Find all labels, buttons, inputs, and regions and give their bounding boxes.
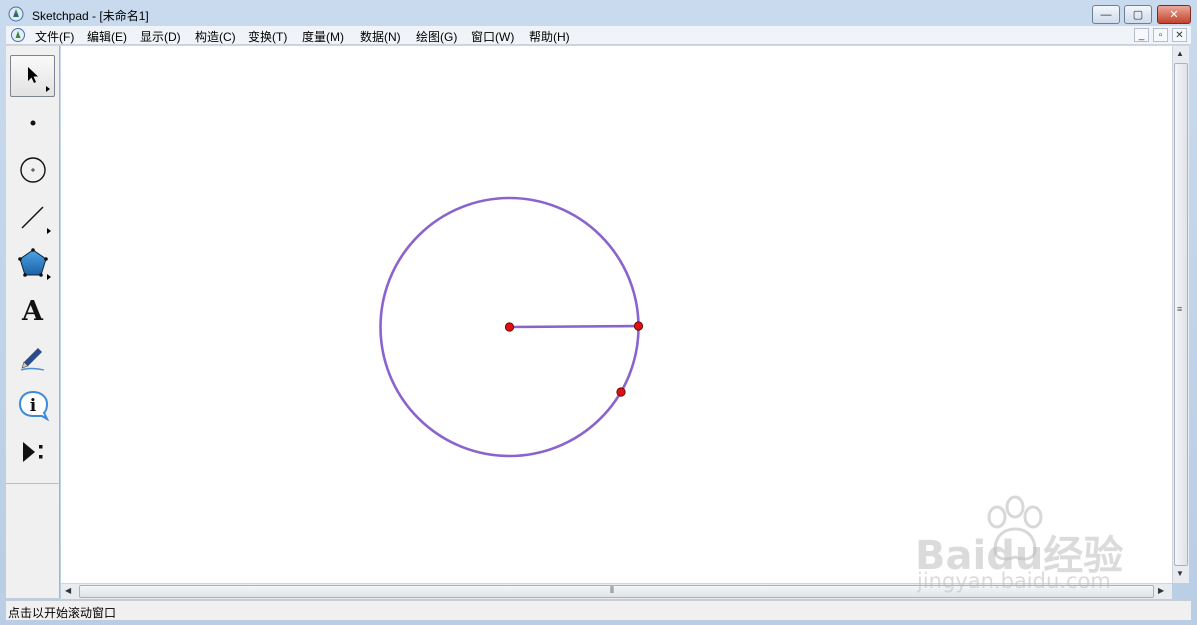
window-title: Sketchpad - [未命名1] (32, 9, 149, 23)
vertical-scrollbar[interactable]: ▲ ≡ ▼ (1172, 46, 1189, 583)
close-button[interactable]: ✕ (1157, 5, 1191, 24)
menu-graph[interactable]: 绘图(G) (416, 28, 457, 45)
compass-tool[interactable] (10, 149, 55, 191)
menu-bar: 文件(F) 编辑(E) 显示(D) 构造(C) 变换(T) 度量(M) 数据(N… (6, 26, 1191, 45)
point-on-circle[interactable] (616, 387, 626, 397)
menu-file[interactable]: 文件(F) (35, 28, 74, 45)
pen-icon (20, 348, 44, 371)
text-A-icon: A (22, 295, 43, 327)
doc-restore-button[interactable]: ▫ (1153, 28, 1168, 42)
title-bar: Sketchpad - [未命名1] — ▢ ✕ (0, 0, 1197, 27)
pointer-arrow-icon (27, 67, 38, 83)
information-tool[interactable]: i (10, 384, 55, 426)
toolbox: A i (6, 46, 60, 598)
info-icon-label: i (29, 396, 36, 416)
menu-measure[interactable]: 度量(M) (302, 28, 344, 45)
scroll-left-arrow-icon[interactable]: ◀ (65, 586, 71, 595)
scroll-right-arrow-icon[interactable]: ▶ (1158, 586, 1164, 595)
maximize-button[interactable]: ▢ (1124, 5, 1152, 24)
info-icon: i (18, 390, 49, 421)
menu-display[interactable]: 显示(D) (140, 28, 181, 45)
text-tool[interactable]: A (10, 290, 55, 332)
vertical-scroll-thumb[interactable]: ≡ (1174, 63, 1188, 566)
menu-edit[interactable]: 编辑(E) (87, 28, 127, 45)
custom-tool[interactable] (10, 431, 55, 473)
submenu-arrow-icon (47, 228, 51, 234)
menu-help[interactable]: 帮助(H) (529, 28, 570, 45)
status-bar: 点击以开始滚动窗口 (6, 600, 1191, 620)
polygon-tool[interactable] (10, 242, 55, 284)
radius-segment[interactable] (509, 324, 639, 329)
pentagon-icon (17, 248, 48, 277)
radius-point[interactable] (633, 321, 644, 331)
document-icon[interactable] (10, 27, 26, 43)
menu-transform[interactable]: 变换(T) (248, 28, 287, 45)
point-icon (30, 120, 35, 126)
menu-window[interactable]: 窗口(W) (471, 28, 514, 45)
menu-number[interactable]: 数据(N) (360, 28, 401, 45)
doc-minimize-button[interactable]: _ (1134, 28, 1149, 42)
segment-icon (21, 206, 43, 229)
scroll-up-arrow-icon[interactable]: ▲ (1176, 49, 1184, 58)
grip-icon: ⦀ (610, 585, 614, 595)
submenu-arrow-icon (46, 86, 50, 92)
doc-close-button[interactable]: ✕ (1172, 28, 1187, 42)
circle-icon (19, 157, 46, 183)
toolbox-separator (6, 483, 59, 484)
status-text: 点击以开始滚动窗口 (8, 606, 117, 620)
marker-tool[interactable] (10, 336, 55, 378)
scroll-down-arrow-icon[interactable]: ▼ (1176, 569, 1184, 578)
submenu-arrow-icon (47, 274, 51, 280)
watermark-url: jingyan.baidu.com (917, 569, 1111, 593)
arrow-tool[interactable] (10, 55, 55, 97)
center-point[interactable] (504, 322, 515, 332)
sketchpad-app-icon (8, 6, 24, 22)
menu-construct[interactable]: 构造(C) (195, 28, 236, 45)
play-custom-icon (22, 442, 42, 462)
baidu-watermark: Baidu经验 jingyan.baidu.com (915, 495, 1155, 595)
grip-icon: ≡ (1177, 304, 1183, 314)
minimize-button[interactable]: — (1092, 5, 1120, 24)
sketchpad-window: Sketchpad - [未命名1] — ▢ ✕ 文件(F) 编辑(E) 显示(… (0, 0, 1197, 625)
straightedge-tool[interactable] (10, 196, 55, 238)
point-tool[interactable] (10, 102, 55, 144)
